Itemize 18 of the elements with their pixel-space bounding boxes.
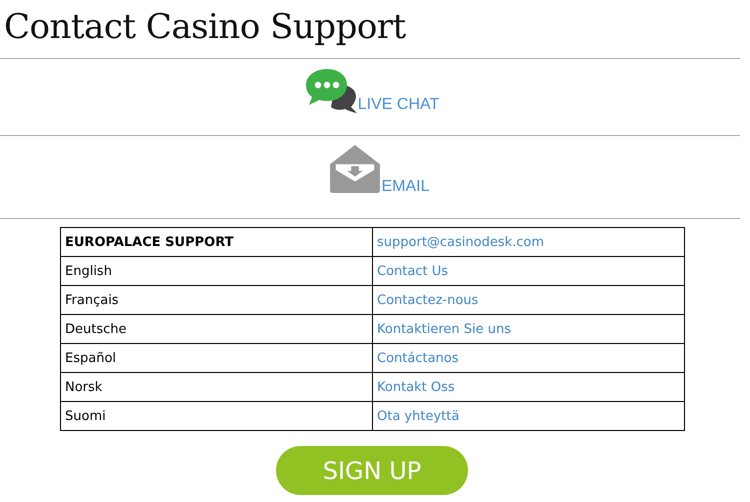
contact-link[interactable]: EMAIL	[381, 178, 430, 196]
envelope-icon	[330, 145, 380, 193]
contact-link[interactable]: Contactez-nous	[377, 292, 478, 308]
contact-link[interactable]: Contáctanos	[377, 350, 459, 366]
language-name: English	[65, 264, 112, 278]
page-title: Contact Casino Support	[3, 6, 407, 49]
chat-bubbles-icon	[304, 69, 357, 113]
language-name: Español	[65, 350, 116, 366]
language-name: Deutsche	[65, 322, 127, 336]
contact-link[interactable]: Kontakt Oss	[377, 380, 455, 394]
language-name: Français	[65, 292, 119, 308]
language-name: Norsk	[65, 380, 102, 394]
language-name: Suomi	[65, 408, 106, 424]
contact-link[interactable]: Ota yhteyttä	[377, 408, 460, 424]
table-heading: EUROPALACE SUPPORT	[65, 234, 234, 250]
contact-link[interactable]: LIVE CHAT	[358, 96, 440, 114]
contact-link[interactable]: Contact Us	[377, 264, 448, 278]
sign-up-button[interactable]: SIGN UP	[276, 446, 468, 495]
